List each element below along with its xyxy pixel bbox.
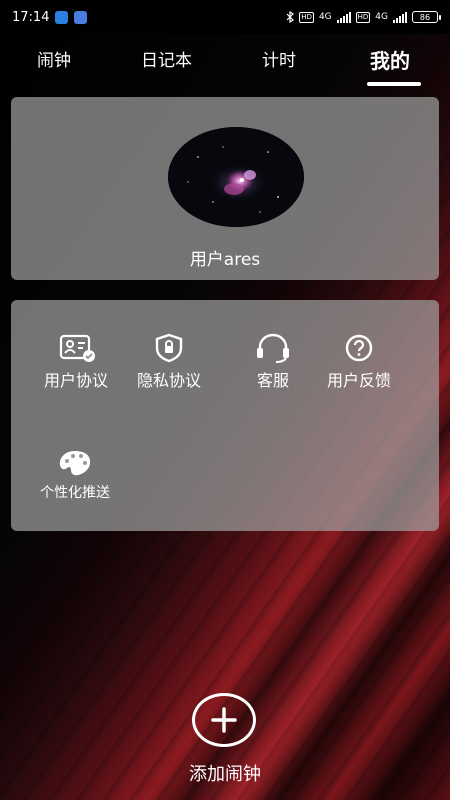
profile-card: 用户ares — [11, 97, 439, 280]
menu-item-privacy-agreement[interactable]: 隐私协议 — [137, 333, 201, 391]
menu-label-personalized-push: 个性化推送 — [40, 485, 110, 501]
plus-icon — [211, 707, 237, 733]
battery-level: 86 — [419, 12, 431, 22]
status-left: 17:14 — [12, 9, 88, 25]
top-tab-bar: 闹钟 日记本 计时 我的 — [0, 36, 450, 92]
headset-icon — [257, 333, 289, 363]
bluetooth-icon — [286, 11, 295, 23]
tab-mine[interactable]: 我的 — [370, 45, 410, 74]
menu-label-privacy-agreement: 隐私协议 — [137, 371, 202, 390]
network-type-2: 4G — [375, 12, 388, 22]
hd-badge-1: HD — [299, 11, 314, 23]
map-app-icon — [55, 10, 69, 24]
status-bar: 17:14 HD 4G HD 4G 86 — [0, 0, 450, 34]
menu-item-user-agreement[interactable]: 用户协议 — [44, 333, 108, 391]
menu-item-customer-service[interactable]: 客服 — [252, 333, 294, 391]
question-circle-icon — [345, 334, 373, 362]
palette-icon — [59, 451, 91, 476]
avatar[interactable] — [168, 127, 304, 227]
username-label: 用户ares — [189, 250, 261, 270]
signal-icon-1 — [336, 11, 351, 23]
menu-label-user-agreement: 用户协议 — [44, 371, 109, 390]
menu-item-personalized-push[interactable]: 个性化推送 — [40, 448, 110, 502]
status-time: 17:14 — [12, 9, 50, 25]
tab-timer[interactable]: 计时 — [262, 46, 296, 71]
grid-app-icon — [74, 10, 88, 24]
menu-label-feedback: 用户反馈 — [327, 371, 392, 390]
add-alarm-button[interactable] — [192, 693, 256, 747]
shield-lock-icon — [155, 333, 183, 363]
battery-icon: 86 — [412, 11, 441, 23]
tab-alarm[interactable]: 闹钟 — [37, 46, 71, 71]
network-type-1: 4G — [318, 12, 332, 22]
active-tab-indicator — [367, 82, 421, 86]
id-card-check-icon — [59, 334, 95, 362]
nebula-avatar-image — [168, 127, 304, 227]
menu-item-feedback[interactable]: 用户反馈 — [327, 333, 391, 391]
add-alarm-label[interactable]: 添加闹钟 — [0, 760, 450, 786]
status-right: HD 4G HD 4G 86 — [286, 11, 441, 23]
menu-card: 用户协议 隐私协议 客服 用户反馈 个性化推送 — [11, 300, 439, 531]
signal-icon-2 — [393, 11, 407, 23]
tab-diary[interactable]: 日记本 — [141, 46, 192, 71]
hd-badge-2: HD — [355, 11, 371, 23]
menu-label-customer-service: 客服 — [256, 371, 289, 390]
